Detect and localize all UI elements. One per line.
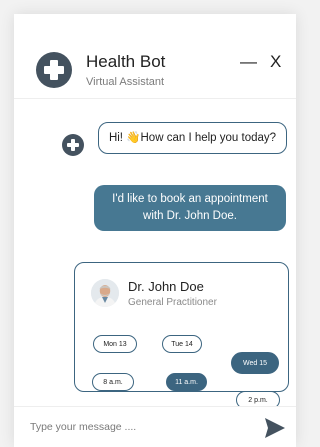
chat-window: Health Bot Virtual Assistant — X Hi! 👋Ho… — [14, 14, 296, 447]
doctor-name: Dr. John Doe — [128, 279, 204, 294]
close-button[interactable]: X — [270, 52, 281, 72]
user-message: I'd like to book an appointment with Dr.… — [94, 185, 286, 231]
message-input[interactable] — [28, 413, 252, 441]
time-option-11am[interactable]: 11 a.m. — [166, 373, 207, 391]
chat-header: Health Bot Virtual Assistant — X — [14, 14, 296, 99]
minimize-button[interactable]: — — [240, 52, 257, 72]
day-option-wed-15[interactable]: Wed 15 — [231, 352, 279, 374]
time-option-8am[interactable]: 8 a.m. — [92, 373, 134, 391]
bot-message: Hi! 👋How can I help you today? — [98, 122, 287, 154]
bot-subtitle: Virtual Assistant — [86, 76, 165, 88]
doctor-avatar — [91, 279, 119, 307]
bot-title: Health Bot — [86, 52, 166, 71]
medical-cross-icon — [36, 52, 72, 88]
bot-avatar-icon — [62, 134, 84, 156]
doctor-card: Dr. John Doe General Practitioner Mon 13… — [74, 262, 289, 409]
doctor-specialty: General Practitioner — [128, 297, 217, 308]
send-icon[interactable] — [264, 417, 286, 444]
day-option-mon-13[interactable]: Mon 13 — [93, 335, 137, 353]
day-option-tue-14[interactable]: Tue 14 — [162, 335, 202, 353]
user-message-text: I'd like to book an appointment with Dr.… — [112, 193, 268, 222]
message-composer — [14, 406, 296, 447]
